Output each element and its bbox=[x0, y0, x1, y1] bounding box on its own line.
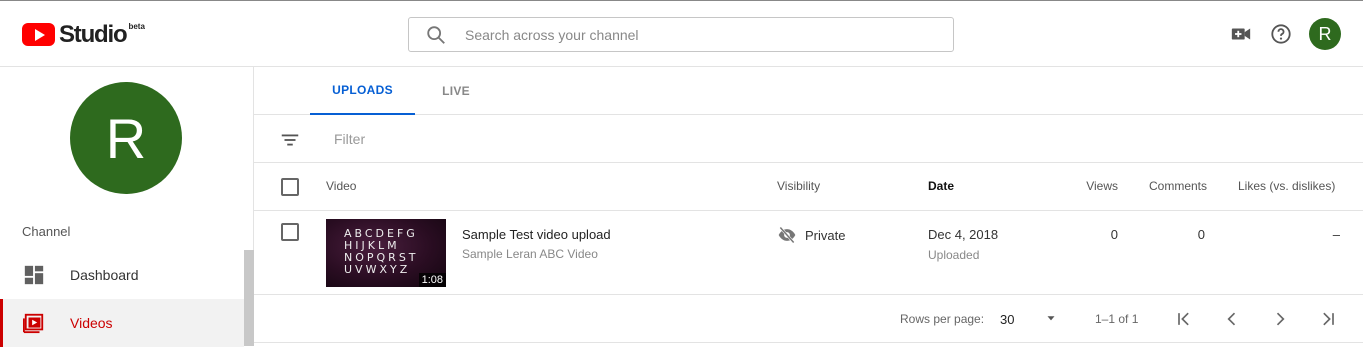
search-icon bbox=[427, 25, 445, 44]
filter-bar[interactable]: Filter bbox=[254, 115, 1363, 163]
table-header: Video Visibility Date Views Comments Lik… bbox=[254, 163, 1363, 211]
video-description: Sample Leran ABC Video bbox=[462, 247, 598, 261]
channel-avatar[interactable]: R bbox=[70, 82, 182, 194]
rows-per-page-label: Rows per page: bbox=[900, 312, 985, 326]
sidebar: R Channel Dashboard Videos bbox=[0, 67, 254, 347]
dropdown-arrow-icon[interactable] bbox=[1044, 311, 1058, 325]
tab-uploads[interactable]: UPLOADS bbox=[310, 67, 415, 115]
tab-live[interactable]: LIVE bbox=[430, 67, 482, 115]
video-date-status: Uploaded bbox=[928, 248, 980, 262]
video-date: Dec 4, 2018 bbox=[928, 227, 999, 242]
header-actions: R bbox=[1213, 18, 1341, 50]
sidebar-item-label: Dashboard bbox=[70, 267, 139, 283]
sidebar-item-label: Videos bbox=[70, 315, 113, 331]
help-icon[interactable] bbox=[1269, 22, 1293, 46]
pagination-bar: Rows per page: 30 1–1 of 1 bbox=[254, 295, 1363, 343]
video-duration: 1:08 bbox=[418, 273, 446, 287]
tab-bar: UPLOADS LIVE bbox=[254, 67, 1363, 115]
column-header-video: Video bbox=[326, 179, 357, 193]
main-content: UPLOADS LIVE Filter Video Visibility Dat… bbox=[254, 67, 1363, 346]
pagination-range: 1–1 of 1 bbox=[1095, 312, 1139, 326]
chevron-right-icon bbox=[1276, 312, 1285, 326]
column-header-visibility[interactable]: Visibility bbox=[777, 179, 820, 193]
logo-text: Studio bbox=[59, 21, 128, 48]
visibility-cell[interactable]: Private bbox=[777, 225, 845, 245]
table-row[interactable]: ABCDEFG HIJKLM NOPQRST UVWXYZ 1:08 Sampl… bbox=[254, 211, 1363, 295]
video-thumbnail[interactable]: ABCDEFG HIJKLM NOPQRST UVWXYZ 1:08 bbox=[326, 219, 446, 287]
search-box[interactable] bbox=[408, 17, 954, 52]
search-input[interactable] bbox=[465, 26, 905, 43]
rows-per-page-select[interactable]: 30 bbox=[1000, 312, 1014, 327]
video-comments: 0 bbox=[1197, 227, 1205, 242]
channel-section-label: Channel bbox=[22, 224, 71, 239]
column-header-date[interactable]: Date bbox=[928, 179, 954, 193]
dashboard-icon bbox=[24, 265, 44, 285]
video-title[interactable]: Sample Test video upload bbox=[462, 227, 611, 242]
filter-icon[interactable] bbox=[279, 129, 301, 151]
logo-beta-badge: beta bbox=[128, 22, 145, 31]
last-page-icon bbox=[1323, 312, 1334, 326]
next-page-button[interactable] bbox=[1268, 307, 1292, 331]
eye-off-icon bbox=[778, 226, 796, 244]
column-header-comments[interactable]: Comments bbox=[1149, 179, 1207, 193]
studio-logo[interactable]: Studio beta bbox=[22, 22, 145, 48]
video-views: 0 bbox=[1110, 227, 1118, 242]
create-video-icon[interactable] bbox=[1229, 22, 1253, 46]
visibility-label: Private bbox=[805, 227, 846, 243]
sidebar-scrollbar[interactable] bbox=[244, 250, 254, 346]
row-checkbox[interactable] bbox=[281, 223, 299, 241]
sidebar-item-videos[interactable]: Videos bbox=[0, 299, 244, 347]
top-bar: Studio beta R bbox=[0, 0, 1363, 67]
first-page-button[interactable] bbox=[1172, 307, 1196, 331]
chevron-left-icon bbox=[1227, 312, 1236, 326]
filter-input[interactable]: Filter bbox=[334, 131, 365, 147]
video-likes: – bbox=[1332, 227, 1340, 242]
sidebar-item-dashboard[interactable]: Dashboard bbox=[0, 251, 244, 299]
thumbnail-text: ABCDEFG HIJKLM NOPQRST UVWXYZ bbox=[344, 227, 419, 276]
account-avatar[interactable]: R bbox=[1309, 18, 1341, 50]
last-page-button[interactable] bbox=[1316, 307, 1340, 331]
previous-page-button[interactable] bbox=[1220, 307, 1244, 331]
column-header-views[interactable]: Views bbox=[1086, 179, 1118, 193]
videos-icon bbox=[23, 313, 44, 334]
select-all-checkbox[interactable] bbox=[281, 178, 299, 196]
first-page-icon bbox=[1178, 312, 1189, 326]
youtube-logo-icon bbox=[22, 23, 55, 46]
column-header-likes[interactable]: Likes (vs. dislikes) bbox=[1238, 179, 1335, 193]
